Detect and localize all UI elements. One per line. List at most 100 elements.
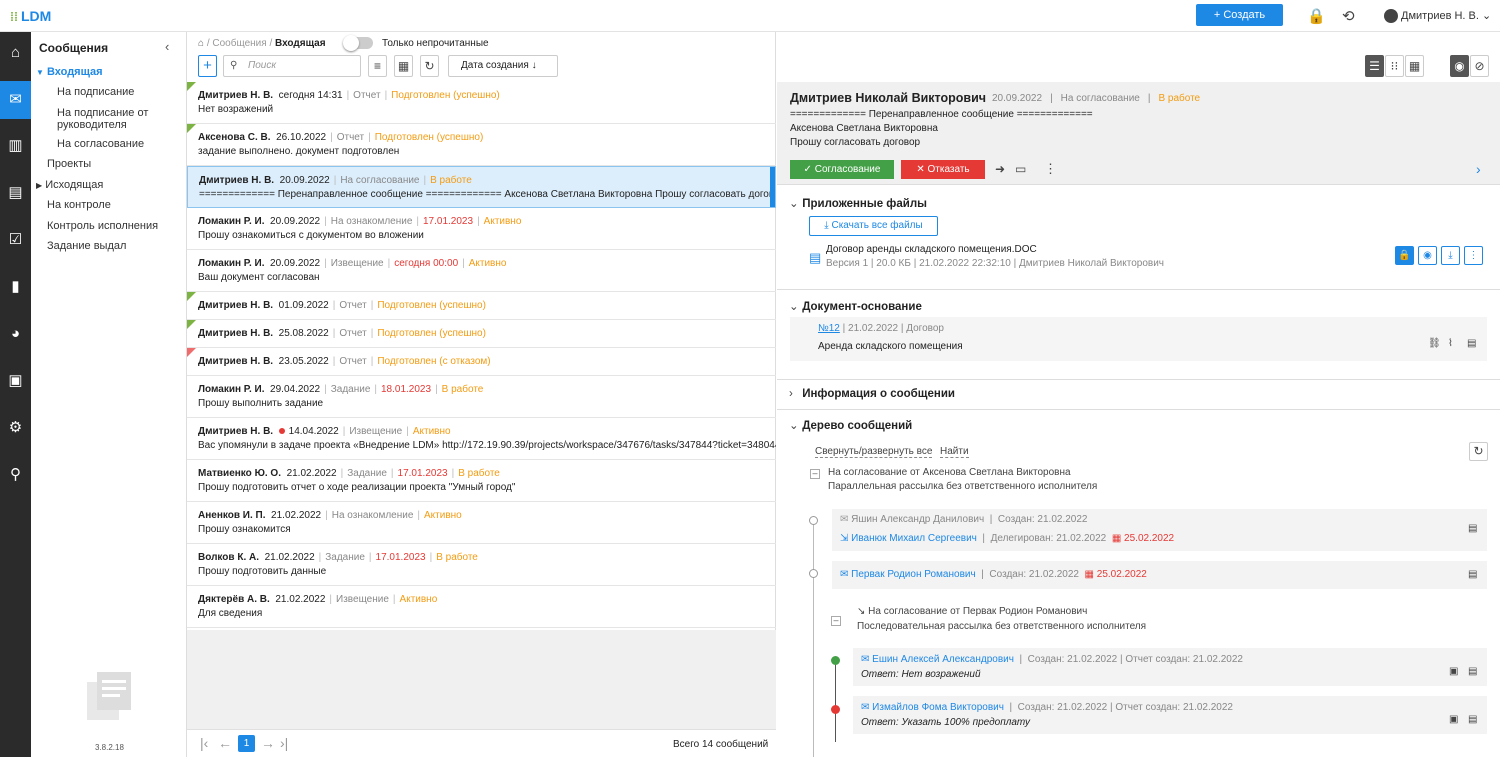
- list-item[interactable]: Ломакин Р. И. 20.09.2022 | На ознакомление…: [187, 208, 776, 250]
- task-icon[interactable]: ☑: [0, 221, 31, 259]
- sidebar-item-to-sign-manager[interactable]: На подписание от руководителя: [57, 107, 192, 131]
- breadcrumb-root[interactable]: Сообщения: [212, 38, 266, 49]
- history-icon[interactable]: ⟲: [1342, 7, 1355, 25]
- pie-chart-icon[interactable]: ◕: [0, 315, 31, 353]
- tree-node[interactable]: ✉ Измайлов Фома Викторович | Создан: 21.…: [853, 696, 1487, 734]
- unread-toggle[interactable]: [343, 35, 373, 51]
- sidebar-item-to-sign[interactable]: На подписание: [57, 86, 192, 98]
- list-item[interactable]: Ломакин Р. И. 29.04.2022 | Задание | 18.01.2…: [187, 376, 776, 418]
- eye-off-icon[interactable]: ⊘: [1470, 55, 1489, 77]
- tree-node[interactable]: ✉ Ешин Алексей Александрович | Создан: 2…: [853, 648, 1487, 686]
- more-icon[interactable]: ⋮: [1044, 161, 1057, 177]
- list-view-icon[interactable]: ☰: [1365, 55, 1384, 77]
- next-page-icon[interactable]: →: [261, 735, 275, 751]
- sidebar-item-control[interactable]: На контроле: [47, 199, 182, 211]
- calendar-icon[interactable]: ▦: [394, 55, 413, 77]
- collapse-node-icon[interactable]: –: [810, 469, 820, 479]
- refresh-icon[interactable]: ↻: [1469, 442, 1488, 461]
- link-icon[interactable]: ⛓: [1428, 338, 1441, 349]
- list-item[interactable]: Дмитриев Н. В. 14.04.2022 | Извещение | Акти…: [187, 418, 776, 460]
- create-button[interactable]: + Создать: [1196, 4, 1283, 26]
- collapse-all-link[interactable]: Свернуть/развернуть все: [815, 446, 933, 458]
- list-item[interactable]: Дмитриев Н. В. 23.05.2022 | Отчет | Подготов…: [187, 348, 776, 376]
- app-logo[interactable]: ⁞⁞ LDM: [10, 8, 51, 24]
- download-all-button[interactable]: ⤓ Скачать все файлы: [809, 216, 938, 236]
- filter-icon[interactable]: ≡: [368, 55, 387, 77]
- lock-icon[interactable]: 🔒: [1307, 7, 1326, 25]
- list-item-selected[interactable]: Дмитриев Н. В. 20.09.2022 | На согласовани…: [187, 166, 776, 208]
- list-item[interactable]: Волков К. А. 21.02.2022 | Задание | 17.01.20…: [187, 544, 776, 586]
- grid-view-icon[interactable]: ⁝⁝: [1385, 55, 1404, 77]
- node-name[interactable]: Первак Родион Романович: [851, 569, 976, 580]
- node-name[interactable]: Ешин Алексей Александрович: [872, 654, 1014, 665]
- card-icon[interactable]: ▤: [1468, 569, 1477, 580]
- last-page-icon[interactable]: ›|: [280, 735, 288, 751]
- sidebar-item-execution-control[interactable]: Контроль исполнения: [47, 220, 182, 232]
- home-icon[interactable]: ⌂: [198, 38, 204, 49]
- msg-author: Дяктерёв А. В.: [198, 594, 270, 605]
- user-menu[interactable]: Дмитриев Н. В. ⌄: [1384, 9, 1491, 24]
- tree-section-header[interactable]: ⌄ Дерево сообщений: [789, 418, 912, 432]
- reject-button[interactable]: ✕ Отказать: [901, 160, 985, 179]
- basis-number-link[interactable]: №12: [818, 323, 840, 334]
- sidebar-item-tasks-issued[interactable]: Задание выдал: [47, 240, 182, 252]
- eye-icon[interactable]: ◉: [1418, 246, 1437, 265]
- list-item[interactable]: Аксенова С. В. 26.10.2022 | Отчет | Подготов…: [187, 124, 776, 166]
- home-icon[interactable]: ⌂: [0, 34, 31, 72]
- search-input[interactable]: ⚲ Поиск: [223, 55, 361, 77]
- page-current[interactable]: 1: [238, 735, 255, 752]
- archive-icon[interactable]: ▣: [0, 362, 31, 400]
- prev-page-icon[interactable]: ←: [218, 735, 232, 751]
- book-icon[interactable]: ▮: [0, 268, 31, 306]
- tree-node-line: ✉ Первак Родион Романович | Создан: 21.0…: [840, 569, 1147, 580]
- kanban-icon[interactable]: ▥: [0, 127, 31, 165]
- collapse-node-icon[interactable]: –: [831, 616, 841, 626]
- more-icon[interactable]: ⋮: [1464, 246, 1483, 265]
- info-section-header[interactable]: › Информация о сообщении: [789, 388, 955, 400]
- search-icon[interactable]: ⚲: [0, 456, 31, 494]
- sidebar-item-projects[interactable]: Проекты: [47, 158, 182, 170]
- sidebar-item-inbox[interactable]: ▼ Входящая: [36, 66, 171, 79]
- calendar-view-icon[interactable]: ▦: [1405, 55, 1424, 77]
- collapse-icon[interactable]: ‹: [165, 39, 169, 54]
- document-icon[interactable]: ▤: [0, 174, 31, 212]
- node-name[interactable]: Измайлов Фома Викторович: [872, 702, 1004, 713]
- report-icon[interactable]: ▣: [1449, 666, 1458, 677]
- list-item[interactable]: Дяктерёв А. В. 21.02.2022 | Извещение | Акти…: [187, 586, 776, 628]
- eye-icon[interactable]: ◉: [1450, 55, 1469, 77]
- report-icon[interactable]: ▣: [1449, 714, 1458, 725]
- forward-icon[interactable]: ➜: [995, 162, 1005, 176]
- card-icon[interactable]: ▤: [1468, 523, 1477, 534]
- msg-author: Дмитриев Н. В.: [199, 175, 275, 186]
- list-item[interactable]: Дмитриев Н. В. 01.09.2022 | Отчет | Подготов…: [187, 292, 776, 320]
- gear-icon[interactable]: ⚙: [0, 409, 31, 447]
- sort-dropdown[interactable]: Дата создания ↓: [448, 55, 558, 77]
- file-name[interactable]: Договор аренды складского помещения.DOC: [826, 244, 1037, 255]
- download-icon[interactable]: ⤓: [1441, 246, 1460, 265]
- card-icon[interactable]: ▤: [1467, 338, 1476, 349]
- list-item[interactable]: Дмитриев Н. В. сегодня 14:31 | Отчет | Подго…: [187, 82, 776, 124]
- list-item[interactable]: Дмитриев Н. В. 25.08.2022 | Отчет | Подготов…: [187, 320, 776, 348]
- tree-node[interactable]: ✉ Первак Родион Романович | Создан: 21.0…: [832, 561, 1487, 589]
- list-item[interactable]: Аненков И. П. 21.02.2022 | На ознакомление…: [187, 502, 776, 544]
- mail-icon[interactable]: ✉: [0, 81, 31, 119]
- chevron-right-icon[interactable]: ›: [1476, 161, 1481, 177]
- folder-icon[interactable]: ▭: [1015, 162, 1026, 176]
- list-item[interactable]: Ломакин Р. И. 20.09.2022 | Извещение | сегод…: [187, 250, 776, 292]
- refresh-icon[interactable]: ↻: [420, 55, 439, 77]
- paperclip-icon[interactable]: ⌇: [1448, 338, 1453, 349]
- card-icon[interactable]: ▤: [1468, 666, 1477, 677]
- first-page-icon[interactable]: |‹: [200, 735, 208, 751]
- node-name[interactable]: Иванюк Михаил Сергеевич: [851, 533, 977, 544]
- approve-button[interactable]: ✓ Согласование: [790, 160, 894, 179]
- list-item[interactable]: Матвиенко Ю. О. 21.02.2022 | Задание | 17.01…: [187, 460, 776, 502]
- sidebar-item-approval[interactable]: На согласование: [57, 138, 192, 150]
- card-icon[interactable]: ▤: [1468, 714, 1477, 725]
- tree-node[interactable]: ✉ Яшин Александр Данилович | Создан: 21.…: [832, 509, 1487, 551]
- find-link[interactable]: Найти: [940, 446, 969, 458]
- files-section-header[interactable]: ⌄ Приложенные файлы: [789, 196, 927, 210]
- add-button[interactable]: +: [198, 55, 217, 77]
- sidebar-item-outgoing[interactable]: ▶ Исходящая: [36, 179, 171, 192]
- basis-section-header[interactable]: ⌄ Документ-основание: [789, 299, 922, 313]
- lock-icon[interactable]: 🔒: [1395, 246, 1414, 265]
